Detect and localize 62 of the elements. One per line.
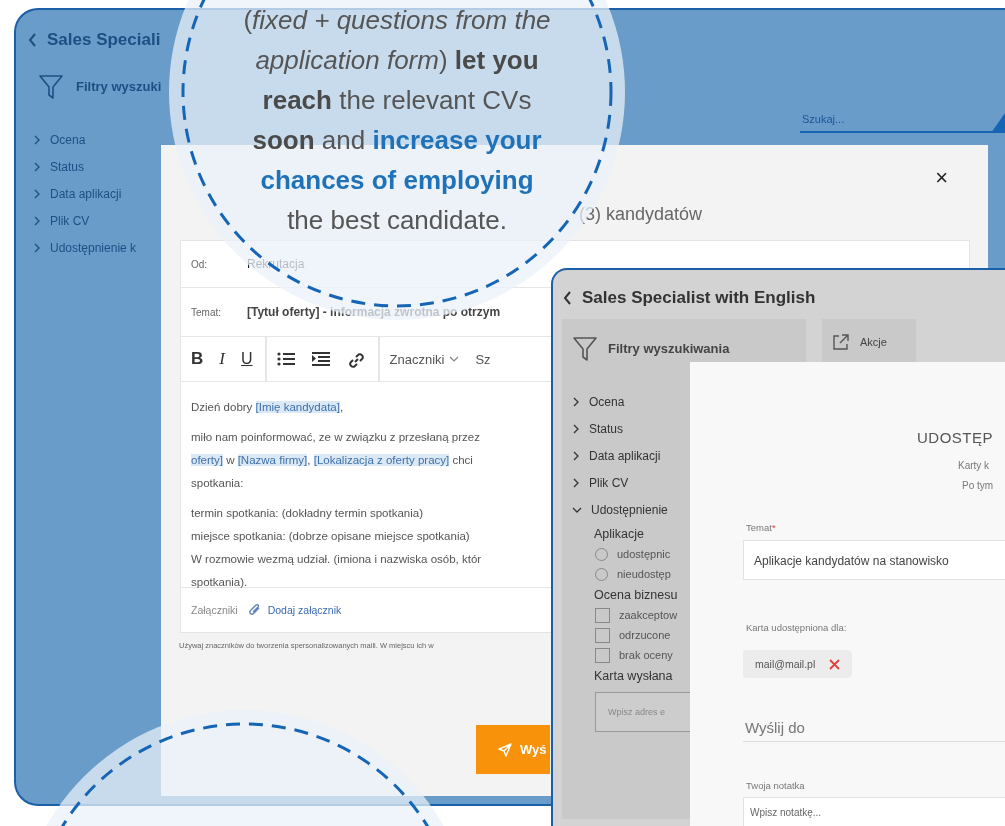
filter-icon [572, 335, 598, 362]
field-label: Temat* [746, 522, 776, 533]
radio-option[interactable]: nieudostęp [595, 564, 671, 584]
checkbox-option[interactable]: zaakceptow [595, 605, 678, 625]
checkbox-option[interactable]: odrzucone [595, 625, 671, 645]
paperclip-icon [247, 603, 262, 617]
indent-icon [311, 350, 331, 368]
filter-group-title: Ocena biznesu [594, 588, 678, 602]
dialog-text: Karty k [958, 460, 990, 471]
field-label: Od: [191, 258, 209, 270]
attachments-label: Załączniki [191, 604, 238, 616]
link-icon [346, 350, 366, 368]
toolbar-button[interactable]: Sz [471, 349, 495, 369]
radio-option[interactable]: udostępnic [595, 544, 671, 564]
dialog-text: Po tym [962, 480, 994, 491]
callout-text: (fixed + questions from the application form) let you reach the relevant CVs soon and increase your chances of employing the best candidate. [242, 4, 552, 237]
email-text-line: W rozmowie wezmą udział. (imiona i nazwiska osób, któr [191, 552, 482, 567]
add-attachment-link[interactable]: Dodaj załącznik [267, 604, 342, 616]
remove-icon [829, 658, 841, 670]
actions-button[interactable]: Akcje [822, 319, 916, 364]
filter-icon [38, 73, 64, 100]
field-label: Karta udostępniona dla: [746, 622, 847, 633]
paper-plane-icon [498, 742, 512, 757]
field-label: Twoja notatka [746, 780, 805, 791]
tags-dropdown[interactable]: Znaczniki [385, 349, 464, 369]
email-text-line: oferty] w [Nazwa firmy], [Lokalizacja z oferty pracy] chci [191, 453, 473, 468]
back-chevron-icon [563, 291, 572, 305]
send-to-field[interactable]: Wyślij do [743, 714, 1005, 742]
note-field[interactable]: Wpisz notatkę... [743, 797, 1005, 826]
filter-item[interactable]: Data aplikacji [572, 442, 661, 469]
email-text-line: termin spotkania: (dokładny termin spotkania) [191, 506, 424, 521]
email-text-line: spotkania). [191, 575, 248, 590]
italic-button[interactable]: I [215, 347, 229, 371]
field-label: Temat: [191, 306, 222, 318]
close-button[interactable]: × [931, 167, 952, 189]
email-text-line: spotkania: [191, 476, 244, 491]
dialog-title: (3) kandydatów [579, 204, 703, 224]
filter-item[interactable]: Ocena [572, 388, 625, 415]
email-text-line: Dzień dobry [Imię kandydata], [191, 400, 344, 415]
external-link-icon [832, 332, 850, 351]
search-field[interactable]: Szukaj... [800, 113, 993, 133]
list-icon [276, 350, 296, 368]
caret-icon [449, 355, 460, 363]
email-text-line: miejsce spotkania: (dobrze opisane miejsce spotkania) [191, 529, 470, 544]
email-text-line: miło nam poinformować, ze w związku z przesłaną przez [191, 430, 480, 445]
page-title: Sales Speciali [47, 30, 161, 50]
filter-item[interactable]: Plik CV [572, 469, 629, 496]
filter-group-title: Karta wysłana [594, 669, 673, 683]
filter-group-title: Aplikacje [594, 527, 645, 541]
filter-item[interactable]: Udostępnienie [572, 496, 668, 523]
checkbox-option[interactable]: brak oceny [595, 645, 673, 665]
back-chevron-icon [28, 33, 37, 47]
email-chip: mail@mail.pl [743, 650, 853, 678]
sender-value: Rekrutacja [247, 257, 305, 271]
page-title: Sales Specialist with English [582, 288, 816, 308]
subject-field[interactable]: Aplikacje kandydatów na stanowisko [743, 540, 1005, 580]
filter-panel-title: Filtry wyszuki [76, 79, 162, 94]
bold-button[interactable]: B [187, 347, 208, 371]
underline-button[interactable]: U [236, 348, 257, 370]
filter-item[interactable]: Status [572, 415, 624, 442]
filter-panel-title: Filtry wyszukiwania [608, 341, 730, 356]
dialog-heading: UDOSTĘP [917, 429, 993, 446]
